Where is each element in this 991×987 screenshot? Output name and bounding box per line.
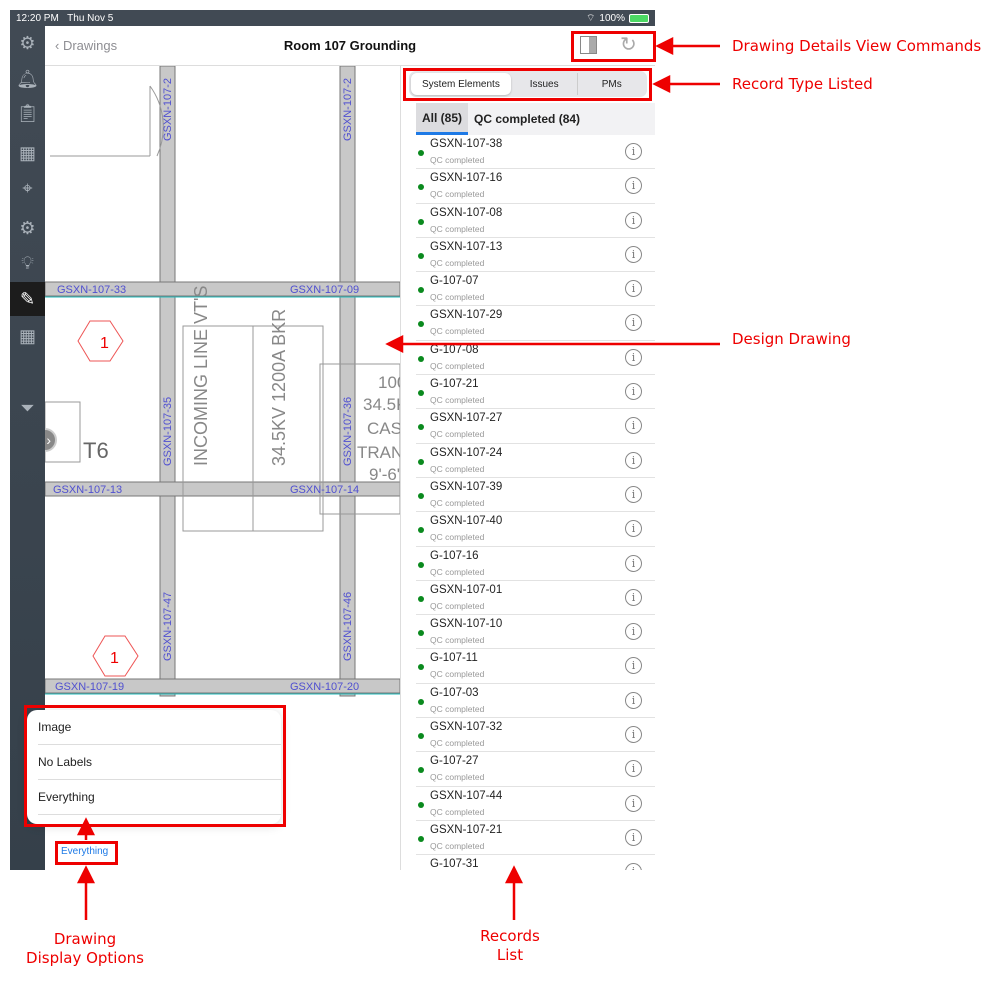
- annotation-label: Design Drawing: [732, 330, 851, 348]
- annotation-label: List: [496, 946, 524, 964]
- annotation-label: Records: [480, 927, 540, 945]
- annotation-label: Record Type Listed: [732, 75, 873, 93]
- annotation-label: Display Options: [26, 949, 144, 967]
- annotation-label: Drawing Details View Commands: [732, 37, 982, 55]
- annotation-label: Drawing: [53, 930, 117, 948]
- annotation-arrows: [76, 36, 720, 920]
